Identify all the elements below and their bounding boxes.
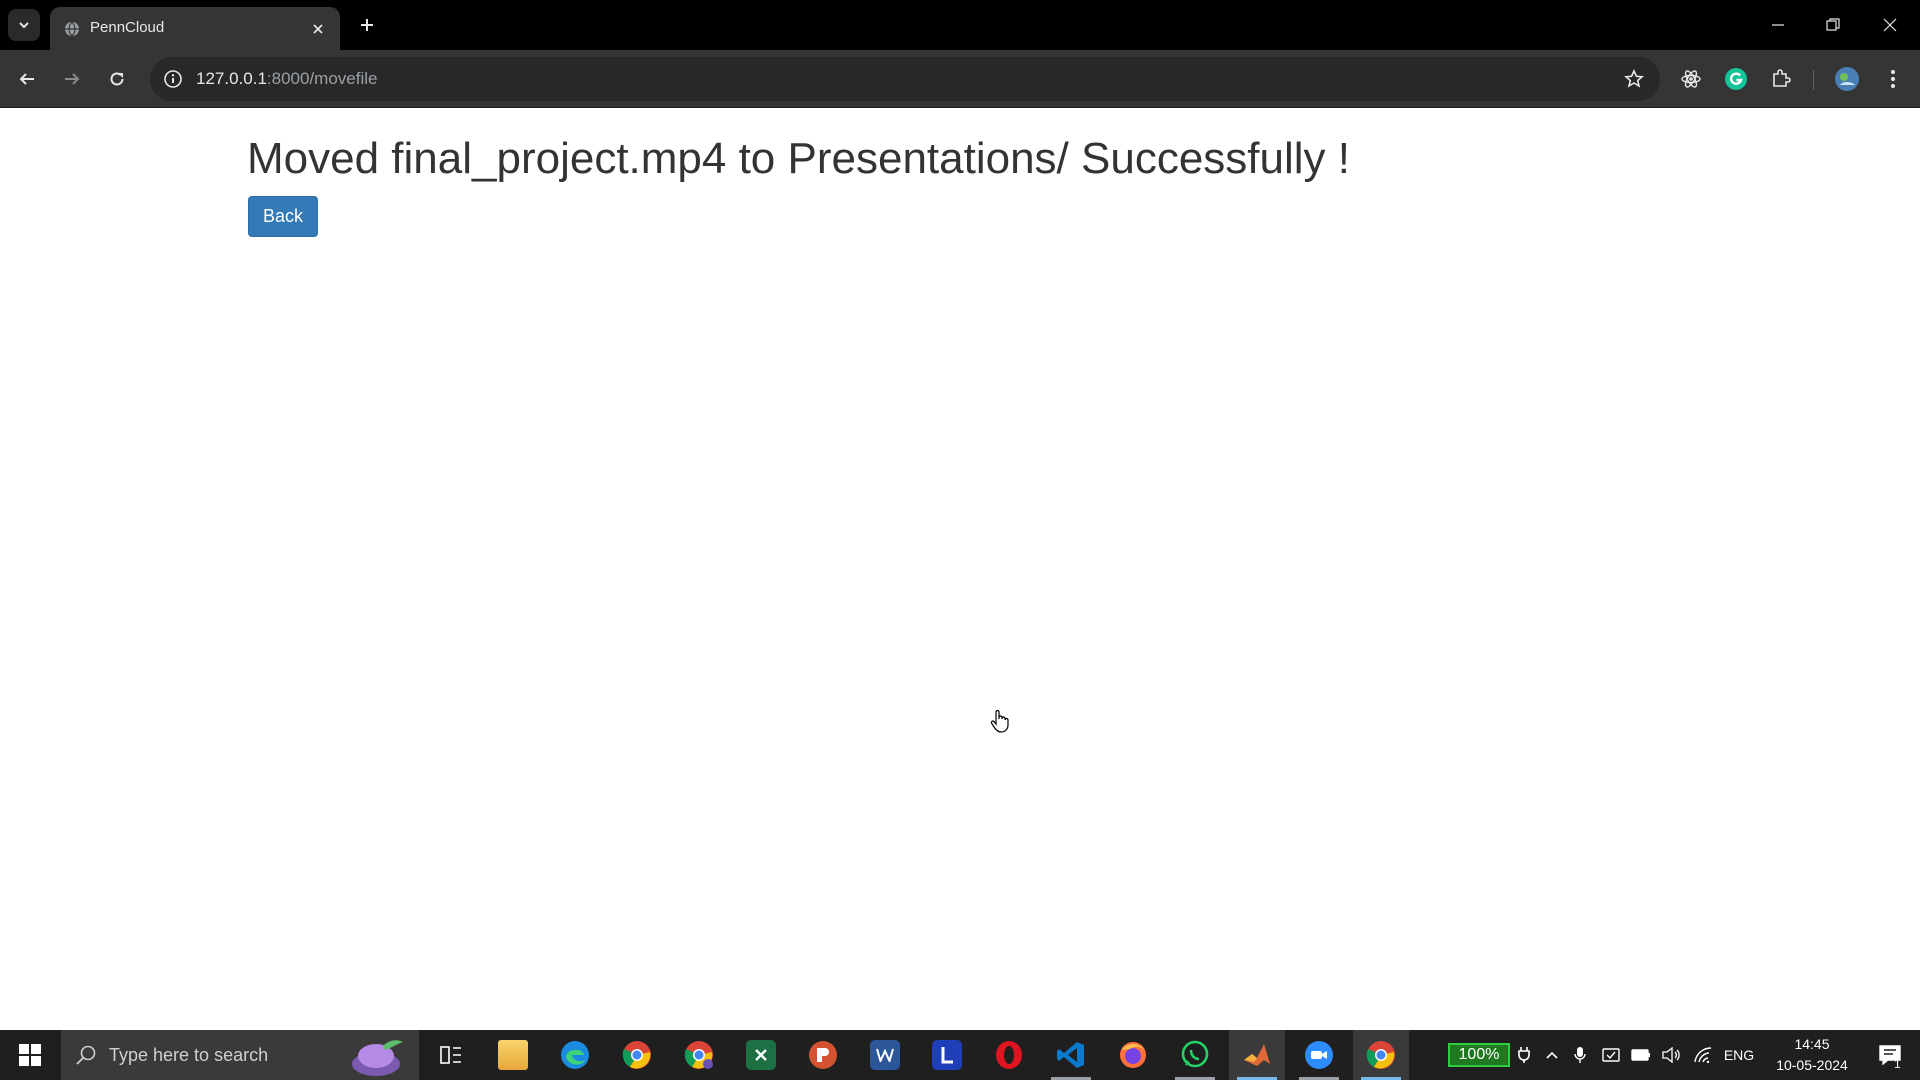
- close-icon: [313, 24, 323, 34]
- task-view-button[interactable]: [423, 1030, 479, 1080]
- bookmark-star-icon[interactable]: [1622, 67, 1646, 91]
- opera-icon: [996, 1041, 1022, 1069]
- taskbar-search-box[interactable]: Type here to search: [61, 1030, 419, 1080]
- forward-nav-button[interactable]: [56, 63, 88, 95]
- arrow-left-icon: [19, 73, 34, 85]
- tab-title: PennCloud: [90, 19, 165, 36]
- search-placeholder: Type here to search: [109, 1045, 269, 1065]
- page-content: Moved final_project.mp4 to Presentations…: [0, 109, 1920, 1030]
- page-title: Moved final_project.mp4 to Presentations…: [247, 134, 1350, 183]
- taskbar-chrome-profile[interactable]: [671, 1030, 727, 1080]
- globe-icon: [65, 21, 79, 37]
- back-nav-button[interactable]: [11, 63, 43, 95]
- start-button[interactable]: [0, 1030, 60, 1080]
- restore-button[interactable]: [1813, 8, 1853, 42]
- minimize-button[interactable]: [1758, 8, 1798, 42]
- folder-icon: [498, 1040, 528, 1070]
- restore-icon: [1826, 18, 1840, 31]
- close-window-button[interactable]: [1870, 8, 1910, 42]
- powerpoint-icon: [809, 1041, 837, 1069]
- taskbar-opera[interactable]: [981, 1030, 1037, 1080]
- extensions-puzzle-icon[interactable]: [1765, 63, 1797, 95]
- taskbar-chrome[interactable]: [609, 1030, 665, 1080]
- taskbar-file-explorer[interactable]: [485, 1030, 541, 1080]
- new-tab-button[interactable]: [352, 10, 382, 40]
- taskbar-excel[interactable]: [733, 1030, 789, 1080]
- back-button[interactable]: Back: [248, 196, 318, 237]
- zoom-icon: [1305, 1041, 1333, 1069]
- taskbar-l-app[interactable]: [919, 1030, 975, 1080]
- microphone-icon[interactable]: [1568, 1030, 1592, 1080]
- profile-avatar-icon[interactable]: [1831, 63, 1863, 95]
- speaker-icon[interactable]: [1658, 1030, 1684, 1080]
- tray-chevron-up-icon[interactable]: [1540, 1030, 1564, 1080]
- taskbar-firefox[interactable]: [1105, 1030, 1161, 1080]
- language-indicator[interactable]: ENG: [1720, 1030, 1758, 1080]
- url-text[interactable]: 127.0.0.1:8000/movefile: [196, 69, 377, 89]
- word-icon: [870, 1040, 900, 1070]
- url-path: :8000/movefile: [266, 69, 378, 88]
- extension-react-icon[interactable]: [1675, 63, 1707, 95]
- power-plug-icon[interactable]: [1514, 1030, 1534, 1080]
- tab-search-button[interactable]: [8, 9, 40, 41]
- clock-date: 10-05-2024: [1776, 1057, 1848, 1073]
- reload-icon: [110, 72, 124, 86]
- close-icon: [1883, 18, 1897, 32]
- task-view-icon: [440, 1046, 461, 1064]
- hand-cursor-icon: [990, 709, 1009, 733]
- edge-icon: [561, 1041, 589, 1069]
- excel-icon: [746, 1040, 776, 1070]
- site-info-icon[interactable]: [162, 68, 184, 90]
- battery-icon[interactable]: [1628, 1030, 1654, 1080]
- firefox-icon: [1120, 1042, 1146, 1068]
- extension-grammarly-icon[interactable]: [1720, 63, 1752, 95]
- taskbar-word[interactable]: [857, 1030, 913, 1080]
- url-host: 127.0.0.1: [196, 69, 267, 88]
- address-bar[interactable]: 127.0.0.1:8000/movefile: [150, 57, 1660, 101]
- menu-kebab-icon[interactable]: [1877, 63, 1909, 95]
- notification-count: 1: [1894, 1057, 1901, 1071]
- toolbar-separator: [1813, 70, 1814, 90]
- whatsapp-icon: [1181, 1040, 1209, 1068]
- clock-time: 14:45: [1794, 1036, 1830, 1052]
- taskbar-vscode[interactable]: [1043, 1030, 1099, 1080]
- battery-percent-badge[interactable]: 100%: [1448, 1043, 1510, 1067]
- tab-close-button[interactable]: [306, 17, 330, 41]
- chrome-active-icon: [1366, 1041, 1395, 1069]
- arrow-right-icon: [65, 73, 80, 85]
- taskbar: Type here to search 100% ENG 14:45 10-05…: [0, 1030, 1920, 1080]
- windows-icon: [19, 1044, 41, 1066]
- clock[interactable]: 14:45 10-05-2024: [1764, 1034, 1860, 1076]
- chrome-icon: [622, 1041, 651, 1069]
- taskbar-whatsapp[interactable]: [1167, 1030, 1223, 1080]
- taskbar-zoom[interactable]: [1291, 1030, 1347, 1080]
- minimize-icon: [1772, 24, 1784, 26]
- taskbar-matlab[interactable]: [1229, 1030, 1285, 1080]
- taskbar-edge[interactable]: [547, 1030, 603, 1080]
- matlab-icon: [1244, 1044, 1270, 1066]
- browser-tab-bar: PennCloud: [0, 0, 1920, 50]
- display-icon[interactable]: [1598, 1030, 1624, 1080]
- chevron-down-icon: [19, 22, 29, 29]
- wifi-icon[interactable]: [1690, 1030, 1716, 1080]
- plus-icon: [361, 19, 373, 31]
- search-icon: [76, 1045, 96, 1065]
- reload-button[interactable]: [101, 63, 133, 95]
- notification-button[interactable]: [1866, 1030, 1914, 1080]
- vscode-icon: [1057, 1042, 1084, 1068]
- l-app-icon: [932, 1040, 962, 1070]
- chrome-profile-icon: [684, 1041, 713, 1069]
- search-highlight-image-icon: [352, 1040, 403, 1076]
- browser-toolbar: 127.0.0.1:8000/movefile: [0, 50, 1920, 108]
- taskbar-powerpoint[interactable]: [795, 1030, 851, 1080]
- tab-penncloud[interactable]: PennCloud: [50, 7, 340, 50]
- taskbar-chrome-active[interactable]: [1353, 1030, 1409, 1080]
